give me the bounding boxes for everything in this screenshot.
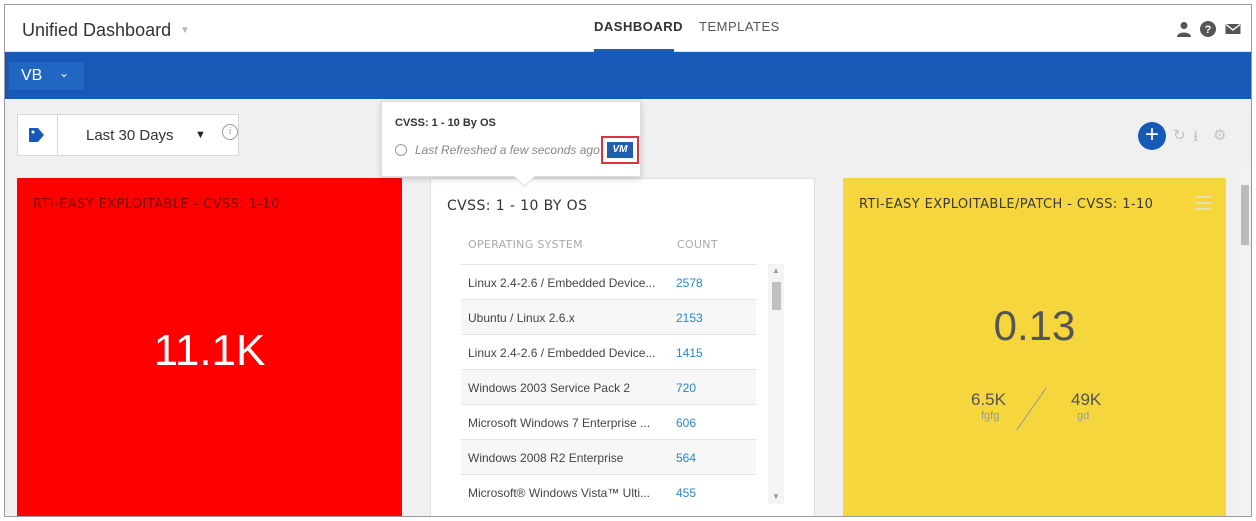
table-row[interactable]: Linux 2.4-2.6 / Embedded Device... 2578	[461, 264, 756, 299]
top-bar: Unified Dashboard ▼ DASHBOARD TEMPLATES …	[5, 5, 1251, 52]
table-row[interactable]: Windows 2008 R2 Enterprise 564	[461, 439, 756, 474]
refresh-icon[interactable]: ↻	[1173, 126, 1186, 144]
scroll-up-icon[interactable]: ▲	[772, 266, 780, 275]
vm-badge[interactable]: VM	[607, 142, 633, 158]
widget-title: RTI-EASY EXPLOITABLE - CVSS: 1-10	[33, 197, 280, 212]
help-icon[interactable]: ?	[1200, 21, 1216, 37]
os-name: Linux 2.4-2.6 / Embedded Device...	[468, 276, 656, 290]
context-selector-label: VB	[21, 67, 43, 84]
os-count-link[interactable]: 2153	[676, 311, 703, 325]
tab-templates[interactable]: TEMPLATES	[699, 19, 780, 52]
os-count-link[interactable]: 455	[676, 486, 696, 500]
tooltip-title: CVSS: 1 - 10 By OS	[395, 117, 496, 129]
os-count-link[interactable]: 1415	[676, 346, 703, 360]
ratio-divider	[1016, 387, 1047, 431]
os-name: Microsoft Windows 7 Enterprise ...	[468, 416, 651, 430]
chevron-down-icon[interactable]: ▼	[180, 25, 190, 36]
tag-icon	[29, 128, 44, 142]
date-range-select[interactable]: Last 30 Days	[86, 127, 174, 144]
user-icon[interactable]	[1176, 21, 1192, 37]
numerator-label: fgfg	[981, 410, 1000, 422]
chevron-down-icon: ⌄	[59, 66, 70, 80]
widget-cvss-by-os: CVSS: 1 - 10 BY OS OPERATING SYSTEM COUN…	[430, 178, 815, 516]
widget-exploitable-patch: RTI-EASY EXPLOITABLE/PATCH - CVSS: 1-10 …	[843, 178, 1226, 516]
scroll-thumb[interactable]	[772, 282, 781, 310]
table-row[interactable]: Ubuntu / Linux 2.6.x 2153	[461, 299, 756, 334]
page-scroll-thumb[interactable]	[1241, 185, 1249, 245]
os-table: Linux 2.4-2.6 / Embedded Device... 2578 U…	[461, 264, 756, 509]
dropdown-caret-icon[interactable]: ▼	[195, 129, 206, 141]
page-scrollbar[interactable]	[1239, 165, 1251, 516]
column-header-os[interactable]: OPERATING SYSTEM	[468, 238, 583, 251]
os-name: Microsoft® Windows Vista™ Ulti...	[468, 486, 650, 500]
os-count-link[interactable]: 2578	[676, 276, 703, 290]
os-name: Ubuntu / Linux 2.6.x	[468, 311, 575, 325]
widget-value: 0.13	[993, 302, 1076, 349]
denominator-value: 49K	[1071, 390, 1102, 409]
table-scrollbar[interactable]: ▲ ▼	[768, 264, 784, 504]
os-name: Linux 2.4-2.6 / Embedded Device...	[468, 346, 656, 360]
download-icon[interactable]: ⭳	[1193, 126, 1198, 151]
table-row[interactable]: Linux 2.4-2.6 / Embedded Device... 1415	[461, 334, 756, 369]
clock-icon	[395, 144, 407, 156]
widget-value: 11.1K	[153, 326, 266, 375]
table-row[interactable]: Microsoft Windows 7 Enterprise ... 606	[461, 404, 756, 439]
svg-text:?: ?	[1205, 24, 1212, 36]
numerator-value: 6.5K	[971, 390, 1006, 409]
context-bar: VB ⌄	[5, 52, 1251, 99]
widget-easy-exploitable: RTI-EASY EXPLOITABLE - CVSS: 1-10 11.1K	[17, 178, 402, 516]
os-count-link[interactable]: 606	[676, 416, 696, 430]
add-widget-button[interactable]: +	[1138, 122, 1166, 150]
vm-badge-highlight: VM	[601, 136, 639, 164]
last-refreshed-text: Last Refreshed a few seconds ago	[415, 143, 600, 157]
hamburger-menu-icon[interactable]	[1195, 196, 1211, 214]
settings-icon[interactable]: ⚙	[1213, 126, 1226, 144]
mail-icon[interactable]	[1225, 21, 1241, 37]
app-window: Unified Dashboard ▼ DASHBOARD TEMPLATES …	[4, 4, 1252, 517]
os-name: Windows 2008 R2 Enterprise	[468, 451, 624, 465]
scroll-down-icon[interactable]: ▼	[772, 492, 780, 501]
widget-title: RTI-EASY EXPLOITABLE/PATCH - CVSS: 1-10	[859, 197, 1154, 212]
widget-tooltip: CVSS: 1 - 10 By OS Last Refreshed a few …	[381, 101, 641, 177]
tab-dashboard[interactable]: DASHBOARD	[594, 19, 683, 52]
os-count-link[interactable]: 720	[676, 381, 696, 395]
widget-title: CVSS: 1 - 10 BY OS	[447, 198, 588, 214]
app-title[interactable]: Unified Dashboard	[22, 20, 171, 41]
column-header-count[interactable]: COUNT	[677, 238, 718, 251]
tag-button[interactable]	[18, 115, 58, 155]
os-name: Windows 2003 Service Pack 2	[468, 381, 631, 395]
info-icon[interactable]: i	[222, 124, 238, 140]
denominator-label: gd	[1077, 410, 1090, 422]
os-count-link[interactable]: 564	[676, 451, 696, 465]
context-selector[interactable]: VB ⌄	[9, 62, 84, 90]
date-range-filter: Last 30 Days ▼	[17, 114, 239, 156]
table-row[interactable]: Windows 2003 Service Pack 2 720	[461, 369, 756, 404]
table-row[interactable]: Microsoft® Windows Vista™ Ulti... 455	[461, 474, 756, 509]
